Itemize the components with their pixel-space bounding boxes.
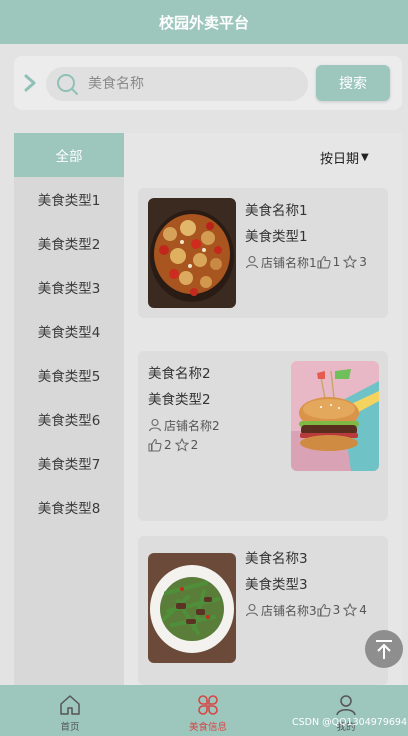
food-image-burger bbox=[291, 361, 379, 471]
search-box[interactable] bbox=[46, 67, 308, 101]
sidebar-item-type7[interactable]: 美食类型7 bbox=[14, 441, 124, 485]
star-icon[interactable] bbox=[343, 255, 358, 269]
home-icon bbox=[60, 695, 80, 715]
food-name: 美食名称2 bbox=[148, 366, 211, 382]
shop-name: 店铺名称1 bbox=[261, 255, 317, 270]
user-icon bbox=[245, 255, 259, 269]
tab-food-info[interactable]: 美食信息 bbox=[140, 685, 276, 736]
food-card[interactable]: 美食名称3 美食类型3 店铺名称3 3 4 bbox=[138, 536, 388, 685]
shop-name: 店铺名称3 bbox=[261, 603, 317, 618]
star-icon[interactable] bbox=[174, 438, 189, 452]
tab-home[interactable]: 首页 bbox=[2, 685, 138, 736]
search-bar: 搜索 bbox=[14, 56, 402, 110]
favorite-count: 2 bbox=[190, 438, 199, 452]
sidebar-item-type3[interactable]: 美食类型3 bbox=[14, 265, 124, 309]
food-name: 美食名称1 bbox=[245, 203, 308, 219]
thumbs-up-icon[interactable] bbox=[317, 255, 331, 269]
sidebar-item-type6[interactable]: 美食类型6 bbox=[14, 397, 124, 441]
sidebar-item-type1[interactable]: 美食类型1 bbox=[14, 177, 124, 221]
sort-dropdown[interactable]: 按日期 ▼ bbox=[320, 147, 369, 167]
sidebar-item-all[interactable]: 全部 bbox=[14, 133, 124, 177]
food-type: 美食类型1 bbox=[245, 229, 308, 245]
sidebar-item-type4[interactable]: 美食类型4 bbox=[14, 309, 124, 353]
back-to-top-button[interactable] bbox=[365, 630, 403, 668]
star-icon[interactable] bbox=[343, 603, 358, 617]
search-input[interactable] bbox=[88, 67, 298, 101]
like-count: 2 bbox=[164, 438, 172, 452]
food-info: 美食名称2 美食类型2 店铺名称2 2 2 bbox=[148, 363, 220, 455]
tab-label: 美食信息 bbox=[188, 722, 227, 733]
food-card[interactable]: 美食名称2 美食类型2 店铺名称2 2 2 bbox=[138, 351, 388, 521]
food-meta: 店铺名称1 1 3 bbox=[245, 252, 370, 272]
chevron-right-icon[interactable] bbox=[21, 72, 41, 94]
food-type: 美食类型3 bbox=[245, 577, 308, 593]
sort-label: 按日期 bbox=[320, 151, 360, 167]
watermark: CSDN @QQ1304979694 bbox=[292, 717, 408, 728]
food-info: 美食名称1 美食类型1 店铺名称1 1 3 bbox=[245, 200, 370, 272]
grid-flower-icon bbox=[198, 695, 218, 715]
sidebar-item-type5[interactable]: 美食类型5 bbox=[14, 353, 124, 397]
shop-line: 店铺名称2 bbox=[148, 415, 220, 435]
user-icon bbox=[148, 418, 162, 432]
shop-name: 店铺名称2 bbox=[164, 418, 220, 433]
like-count: 3 bbox=[332, 603, 341, 617]
arrow-up-icon bbox=[376, 640, 392, 659]
search-icon bbox=[57, 74, 78, 95]
sidebar-item-type2[interactable]: 美食类型2 bbox=[14, 221, 124, 265]
user-icon bbox=[336, 695, 356, 716]
food-name: 美食名称3 bbox=[245, 551, 308, 567]
bottom-tab-bar: 首页 美食信息 我的 bbox=[0, 685, 408, 736]
like-count: 1 bbox=[332, 255, 341, 269]
search-button[interactable]: 搜索 bbox=[316, 65, 390, 101]
user-icon bbox=[245, 603, 259, 617]
food-image-kung-pao-chicken bbox=[148, 198, 236, 308]
tab-profile[interactable]: 我的 bbox=[278, 685, 408, 736]
food-meta: 店铺名称3 3 4 bbox=[245, 600, 370, 620]
page-title: 校园外卖平台 bbox=[158, 13, 249, 32]
thumbs-up-icon[interactable] bbox=[148, 438, 162, 452]
category-sidebar: 全部 美食类型1 美食类型2 美食类型3 美食类型4 美食类型5 美食类型6 美… bbox=[14, 133, 124, 685]
food-info: 美食名称3 美食类型3 店铺名称3 3 4 bbox=[245, 548, 370, 620]
food-card[interactable]: 美食名称1 美食类型1 店铺名称1 1 3 bbox=[138, 188, 388, 318]
tab-label: 首页 bbox=[60, 722, 80, 733]
caret-down-icon: ▼ bbox=[361, 151, 369, 163]
sidebar-item-type8[interactable]: 美食类型8 bbox=[14, 485, 124, 529]
app-header: 校园外卖平台 bbox=[0, 0, 408, 44]
food-list: 按日期 ▼ 美食名称1 美食类型1 店铺名称1 1 3 美食名称2 美食类型2 … bbox=[124, 133, 402, 685]
thumbs-up-icon[interactable] bbox=[317, 603, 331, 617]
food-type: 美食类型2 bbox=[148, 392, 211, 408]
food-stats: 2 2 bbox=[148, 435, 220, 455]
favorite-count: 4 bbox=[359, 603, 367, 617]
favorite-count: 3 bbox=[359, 255, 367, 269]
food-image-green-beans-stir-fry bbox=[148, 553, 236, 663]
